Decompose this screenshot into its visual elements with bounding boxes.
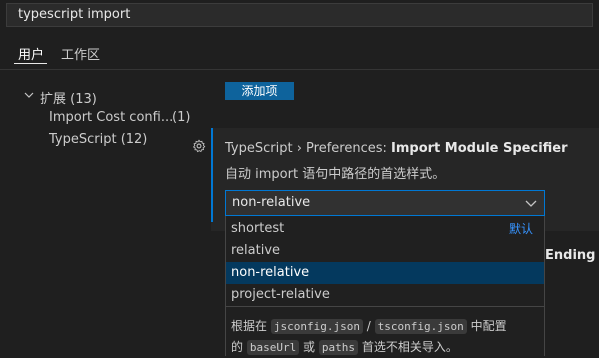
- gear-icon[interactable]: [192, 139, 206, 153]
- tab-user[interactable]: 用户: [18, 44, 44, 63]
- option-shortest[interactable]: shortest 默认: [226, 218, 544, 240]
- default-badge: 默认: [508, 222, 533, 236]
- next-setting-title-fragment: Ending: [545, 248, 596, 263]
- import-module-specifier-select[interactable]: non-relative: [225, 190, 545, 216]
- option-non-relative[interactable]: non-relative: [226, 262, 544, 284]
- setting-focus-bar: [211, 128, 213, 222]
- tree-item-import-cost[interactable]: Import Cost confi...: [49, 110, 173, 125]
- help-text: 中配置: [470, 319, 507, 333]
- setting-title: TypeScript › Preferences: Import Module …: [225, 141, 568, 156]
- dropdown-divider: [226, 306, 544, 307]
- option-label: shortest: [231, 221, 285, 236]
- tree-item-label: Import Cost confi...: [49, 110, 174, 125]
- select-dropdown-list: shortest 默认 relative non-relative projec…: [225, 216, 545, 356]
- chevron-down-icon[interactable]: [24, 90, 34, 100]
- chevron-down-icon: [525, 200, 537, 207]
- option-description: 根据在 jsconfig.json / tsconfig.json 中配置 的 …: [231, 316, 543, 358]
- help-text: /: [366, 319, 371, 333]
- add-item-button[interactable]: 添加项: [225, 82, 294, 100]
- select-value: non-relative: [232, 195, 311, 210]
- code-tsconfig: tsconfig.json: [374, 319, 467, 334]
- code-baseurl: baseUrl: [246, 340, 300, 355]
- help-text: 的: [231, 340, 244, 354]
- code-paths: paths: [318, 340, 358, 355]
- code-jsconfig: jsconfig.json: [270, 319, 363, 334]
- setting-title-prefix: TypeScript › Preferences:: [225, 141, 391, 156]
- tab-workspace[interactable]: 工作区: [61, 44, 100, 63]
- tree-group-extensions[interactable]: 扩展 (13): [40, 88, 97, 107]
- help-text: 首选不相关导入。: [361, 340, 458, 354]
- option-project-relative[interactable]: project-relative: [226, 284, 544, 306]
- tree-item-count: (1): [172, 110, 191, 125]
- option-relative[interactable]: relative: [226, 240, 544, 262]
- tree-item-typescript[interactable]: TypeScript (12): [49, 132, 147, 147]
- setting-description: 自动 import 语句中路径的首选样式。: [225, 167, 446, 182]
- active-tab-indicator: [14, 63, 47, 64]
- help-text: 或: [303, 340, 316, 354]
- setting-title-main: Import Module Specifier: [391, 141, 568, 156]
- help-text: 根据在: [231, 319, 268, 333]
- tabs-divider: [0, 69, 599, 70]
- settings-search-input[interactable]: typescript import: [6, 3, 593, 27]
